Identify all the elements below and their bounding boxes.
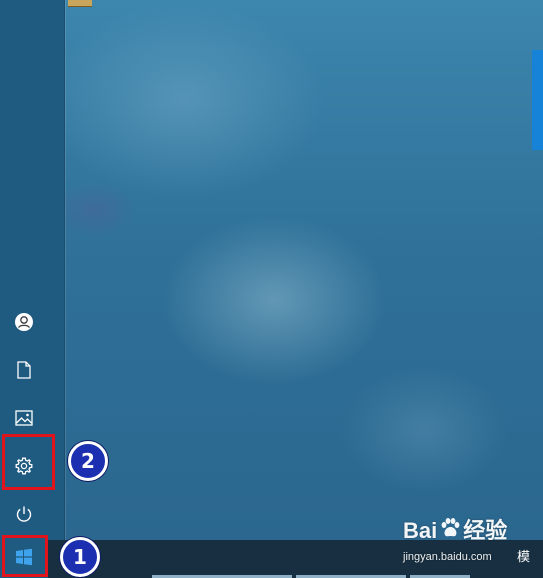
power-icon — [15, 505, 33, 523]
ime-indicator[interactable]: 模 — [517, 549, 530, 567]
pictures-icon — [15, 410, 33, 426]
user-icon — [14, 312, 34, 332]
user-account-button[interactable] — [0, 298, 48, 346]
step-badge-2: 2 — [68, 441, 108, 481]
power-button[interactable] — [0, 490, 48, 538]
step-badge-1: 1 — [60, 537, 100, 577]
app-tile-top[interactable] — [68, 0, 92, 7]
highlight-settings-box — [2, 434, 55, 490]
documents-button[interactable] — [0, 346, 48, 394]
app-tile-right[interactable] — [532, 50, 543, 150]
desktop-screen: 模 2 1 Bai 经验 jingyan.baidu.com — [0, 0, 543, 578]
highlight-start-box — [2, 535, 48, 577]
blurred-tiles-area — [64, 0, 543, 540]
document-icon — [16, 361, 32, 379]
